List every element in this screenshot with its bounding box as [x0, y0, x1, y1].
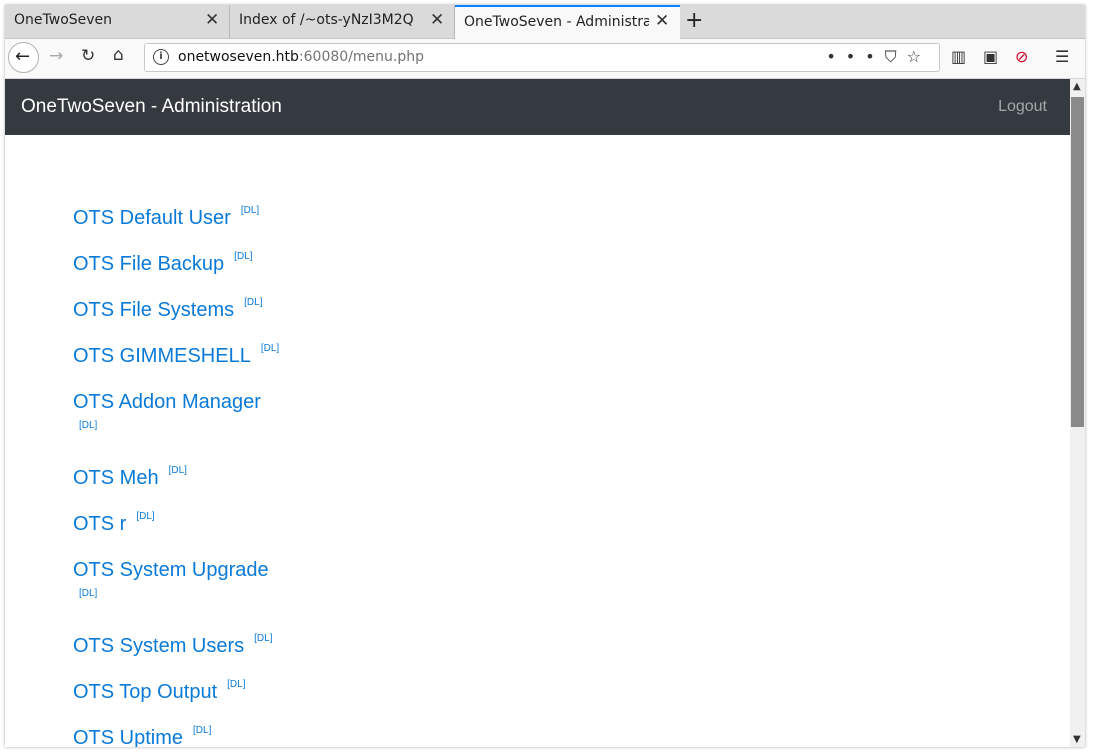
menu-item: OTS Top Output [DL]	[73, 679, 246, 704]
menu-item: OTS GIMMESHELL [DL]	[73, 343, 279, 368]
download-link[interactable]: [DL]	[234, 251, 252, 262]
download-link[interactable]: [DL]	[169, 465, 187, 476]
close-icon[interactable]: ✕	[655, 11, 669, 31]
menu-item: OTS System Upgrade [DL]	[73, 559, 269, 599]
menu-link[interactable]: OTS Uptime	[73, 727, 183, 747]
menu-icon[interactable]: ☰	[1055, 47, 1069, 66]
bookmark-star-icon[interactable]: ☆	[907, 47, 931, 66]
back-icon: ←	[15, 46, 31, 67]
tab-onetwoseven[interactable]: OneTwoSeven ✕	[5, 5, 230, 38]
menu-link[interactable]: OTS Meh	[73, 467, 159, 489]
info-icon[interactable]: i	[153, 49, 169, 65]
download-link[interactable]: [DL]	[79, 588, 269, 599]
more-icon[interactable]: •••	[826, 47, 884, 66]
download-link[interactable]: [DL]	[79, 420, 261, 431]
navigation-toolbar: ← → ↻ ⌂ i onetwoseven.htb:60080/menu.php…	[5, 39, 1085, 79]
reload-icon[interactable]: ↻	[81, 46, 95, 66]
url-path: :60080/menu.php	[298, 49, 425, 65]
menu-item: OTS System Users [DL]	[73, 633, 272, 658]
tab-index[interactable]: Index of /~ots-yNzI3M2Q ✕	[230, 5, 455, 38]
menu-link[interactable]: OTS Top Output	[73, 681, 217, 703]
scrollbar-thumb[interactable]	[1071, 97, 1084, 427]
menu-item: OTS Default User [DL]	[73, 205, 259, 230]
url-bar[interactable]: i onetwoseven.htb:60080/menu.php •••⛉☆	[144, 43, 940, 72]
menu-link[interactable]: OTS File Backup	[73, 253, 224, 275]
vertical-scrollbar[interactable]: ▲ ▼	[1070, 79, 1085, 747]
menu-item: OTS Uptime [DL]	[73, 725, 211, 747]
url-actions: •••⛉☆	[826, 47, 931, 67]
browser-window: OneTwoSeven ✕ Index of /~ots-yNzI3M2Q ✕ …	[5, 5, 1085, 747]
pocket-icon[interactable]: ⛉	[885, 47, 907, 66]
back-button[interactable]: ←	[8, 42, 39, 73]
forward-icon[interactable]: →	[49, 46, 63, 66]
close-icon[interactable]: ✕	[430, 10, 444, 30]
url-host: onetwoseven.htb	[178, 49, 299, 65]
download-link[interactable]: [DL]	[136, 511, 154, 522]
menu-item: OTS r [DL]	[73, 511, 155, 536]
menu-link[interactable]: OTS r	[73, 513, 126, 535]
tab-administration[interactable]: OneTwoSeven - Administrati ✕	[455, 5, 680, 39]
library-icon[interactable]: ▥	[951, 47, 966, 66]
menu-link[interactable]: OTS System Users	[73, 635, 244, 657]
page-content: OneTwoSeven - Administration Logout OTS …	[5, 79, 1070, 747]
new-tab-button[interactable]: +	[685, 8, 703, 33]
tab-title: Index of /~ots-yNzI3M2Q	[239, 12, 414, 28]
url-text: onetwoseven.htb:60080/menu.php	[178, 49, 424, 65]
close-icon[interactable]: ✕	[205, 10, 219, 30]
download-link[interactable]: [DL]	[241, 205, 259, 216]
scroll-down-icon[interactable]: ▼	[1073, 734, 1081, 745]
tab-title: OneTwoSeven	[14, 12, 113, 28]
menu-item: OTS File Backup [DL]	[73, 251, 253, 276]
addon-icon[interactable]: ⊘	[1015, 47, 1028, 66]
download-link[interactable]: [DL]	[254, 633, 272, 644]
menu-link[interactable]: OTS File Systems	[73, 299, 234, 321]
menu-link[interactable]: OTS System Upgrade	[73, 559, 269, 581]
download-link[interactable]: [DL]	[193, 725, 211, 736]
download-link[interactable]: [DL]	[227, 679, 245, 690]
brand-title[interactable]: OneTwoSeven - Administration	[21, 96, 282, 118]
download-link[interactable]: [DL]	[261, 343, 279, 354]
scroll-up-icon[interactable]: ▲	[1073, 81, 1081, 92]
tab-strip: OneTwoSeven ✕ Index of /~ots-yNzI3M2Q ✕ …	[5, 5, 1085, 39]
menu-link[interactable]: OTS Default User	[73, 207, 231, 229]
menu-item: OTS Addon Manager [DL]	[73, 391, 261, 431]
menu-item: OTS File Systems [DL]	[73, 297, 262, 322]
menu-item: OTS Meh [DL]	[73, 465, 187, 490]
logout-link[interactable]: Logout	[998, 98, 1047, 116]
menu-link[interactable]: OTS Addon Manager	[73, 391, 261, 413]
sidebar-icon[interactable]: ▣	[983, 47, 998, 66]
app-navbar: OneTwoSeven - Administration Logout	[5, 79, 1070, 135]
download-link[interactable]: [DL]	[244, 297, 262, 308]
home-icon[interactable]: ⌂	[113, 45, 124, 65]
tab-title: OneTwoSeven - Administrati	[464, 14, 649, 30]
menu-link[interactable]: OTS GIMMESHELL	[73, 345, 251, 367]
